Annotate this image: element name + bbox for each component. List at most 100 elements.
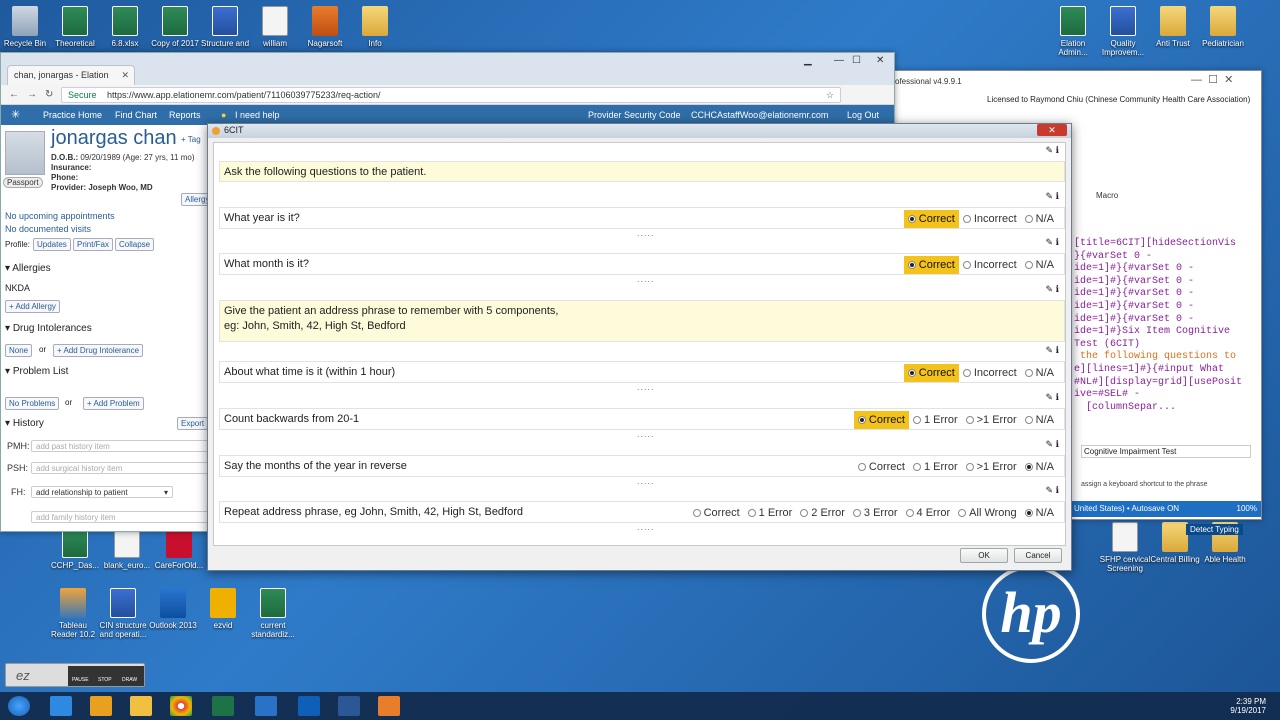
chrome-icon[interactable]	[170, 696, 192, 716]
answer-option[interactable]: N/A	[1021, 458, 1058, 476]
answer-option[interactable]: 1 Error	[909, 458, 962, 476]
system-clock[interactable]: 2:39 PM 9/19/2017	[1230, 697, 1266, 715]
desktop-icon[interactable]: CCHP_Das...	[48, 528, 102, 570]
desktop-icon[interactable]: CIN structure and operati...	[96, 588, 150, 639]
desktop-icon[interactable]: ezvid	[196, 588, 250, 630]
answer-option[interactable]: All Wrong	[954, 504, 1020, 522]
edit-info-icons[interactable]: ✎ ℹ	[1046, 345, 1059, 356]
answer-option[interactable]: Correct	[903, 256, 959, 274]
answer-option[interactable]: Correct	[853, 411, 909, 429]
radio-icon[interactable]	[962, 261, 971, 269]
radio-icon[interactable]	[907, 215, 916, 223]
radio-icon[interactable]	[747, 509, 756, 517]
expand-dots[interactable]: .....	[637, 228, 655, 238]
url-input[interactable]: Secure https://www.app.elationemr.com/pa…	[61, 87, 841, 103]
phrase-name-field[interactable]: Cognitive Impairment Test	[1081, 445, 1251, 458]
no-problems-button[interactable]: No Problems	[5, 397, 60, 410]
answer-option[interactable]: >1 Error	[962, 411, 1021, 429]
nav-user[interactable]: CCHCAstaffWoo@elationemr.com	[691, 110, 828, 120]
desktop-icon[interactable]: 6.8.xlsx	[98, 6, 152, 48]
close-window-icon[interactable]: ✕	[876, 55, 884, 66]
radio-icon[interactable]	[1024, 261, 1033, 269]
restore-icon[interactable]: —	[834, 55, 844, 66]
desktop-icon[interactable]: Info	[348, 6, 402, 48]
edit-info-icons[interactable]: ✎ ℹ	[1046, 191, 1059, 202]
desktop-icon[interactable]: SFHP cervical Screening	[1098, 522, 1152, 573]
profile-collapse-button[interactable]: Collapse	[115, 238, 155, 251]
forward-icon[interactable]: →	[27, 89, 37, 100]
answer-option[interactable]: Correct	[903, 364, 959, 382]
nav-reports[interactable]: Reports	[169, 110, 201, 120]
desktop-icon[interactable]: Tableau Reader 10.2	[46, 588, 100, 639]
desktop-icon[interactable]: Recycle Bin	[0, 6, 52, 48]
problem-list-heading[interactable]: ▾ Problem List	[5, 366, 68, 377]
cancel-button[interactable]: Cancel	[1014, 548, 1062, 563]
edit-info-icons[interactable]: ✎ ℹ	[1046, 237, 1059, 248]
desktop-icon[interactable]: Anti Trust	[1146, 6, 1200, 48]
desktop-icon[interactable]: Elation Admin...	[1046, 6, 1100, 57]
radio-icon[interactable]	[912, 463, 921, 471]
history-heading[interactable]: ▾ History	[5, 418, 44, 429]
radio-icon[interactable]	[965, 416, 974, 424]
back-icon[interactable]: ←	[9, 89, 19, 100]
nav-practice-home[interactable]: Practice Home	[43, 110, 102, 120]
appointments-link[interactable]: No upcoming appointments	[5, 211, 115, 221]
answer-option[interactable]: N/A	[1021, 256, 1058, 274]
visits-link[interactable]: No documented visits	[5, 224, 91, 234]
radio-icon[interactable]	[692, 509, 701, 517]
answer-option[interactable]: N/A	[1021, 210, 1058, 228]
close-dialog-icon[interactable]: ✕	[1037, 124, 1067, 136]
radio-icon[interactable]	[1024, 369, 1033, 377]
answer-option[interactable]: 1 Error	[744, 504, 797, 522]
radio-icon[interactable]	[857, 416, 866, 424]
window-controls[interactable]: — ☐ ✕	[1191, 73, 1233, 86]
answer-option[interactable]: 1 Error	[909, 411, 962, 429]
tag-link[interactable]: + Tag	[181, 135, 201, 144]
answer-option[interactable]: N/A	[1021, 411, 1058, 429]
passport-badge[interactable]: Passport	[3, 177, 43, 188]
answer-option[interactable]: Correct	[854, 458, 909, 476]
media-player-icon[interactable]	[90, 696, 112, 716]
radio-icon[interactable]	[1024, 416, 1033, 424]
reload-icon[interactable]: ↻	[45, 89, 53, 100]
desktop-icon[interactable]: CareForOld...	[152, 528, 206, 570]
maximize-icon[interactable]: ☐	[852, 55, 861, 66]
psh-input[interactable]: add surgical history item	[31, 462, 211, 474]
radio-icon[interactable]	[1024, 463, 1033, 471]
profile-updates-button[interactable]: Updates	[33, 238, 71, 251]
answer-option[interactable]: Correct	[689, 504, 744, 522]
expand-dots[interactable]: .....	[637, 522, 655, 532]
radio-icon[interactable]	[962, 369, 971, 377]
answer-option[interactable]: 2 Error	[796, 504, 849, 522]
outlook-taskbar-icon[interactable]	[298, 696, 320, 716]
stop-button[interactable]: STOP	[98, 677, 112, 683]
answer-option[interactable]: Incorrect	[959, 256, 1021, 274]
export-button[interactable]: Export	[177, 417, 209, 430]
radio-icon[interactable]	[905, 509, 914, 517]
drug-none-button[interactable]: None	[5, 344, 33, 357]
pause-button[interactable]: PAUSE	[72, 677, 89, 683]
expand-dots[interactable]: .....	[637, 274, 655, 284]
answer-option[interactable]: >1 Error	[962, 458, 1021, 476]
add-allergy-button[interactable]: + Add Allergy	[5, 300, 60, 313]
radio-icon[interactable]	[907, 261, 916, 269]
file-explorer-icon[interactable]	[130, 696, 152, 716]
radio-icon[interactable]	[958, 509, 967, 517]
desktop-icon[interactable]: Pediatrician	[1196, 6, 1250, 48]
answer-option[interactable]: Incorrect	[959, 210, 1021, 228]
expand-dots[interactable]: .....	[637, 429, 655, 439]
desktop-icon[interactable]: Outlook 2013	[146, 588, 200, 630]
edit-info-icons[interactable]: ✎ ℹ	[1046, 392, 1059, 403]
start-button[interactable]	[8, 696, 30, 716]
radio-icon[interactable]	[907, 369, 916, 377]
radio-icon[interactable]	[1024, 215, 1033, 223]
desktop-icon[interactable]: Structure and	[198, 6, 252, 48]
edit-info-icons[interactable]: ✎ ℹ	[1046, 145, 1059, 156]
browser-tab[interactable]: chan, jonargas - Elation ✕	[7, 65, 135, 85]
close-tab-icon[interactable]: ✕	[121, 70, 129, 81]
edit-info-icons[interactable]: ✎ ℹ	[1046, 284, 1059, 295]
radio-icon[interactable]	[965, 463, 974, 471]
add-problem-button[interactable]: + Add Problem	[83, 397, 144, 410]
answer-option[interactable]: N/A	[1021, 364, 1058, 382]
desktop-icon[interactable]: william	[248, 6, 302, 48]
